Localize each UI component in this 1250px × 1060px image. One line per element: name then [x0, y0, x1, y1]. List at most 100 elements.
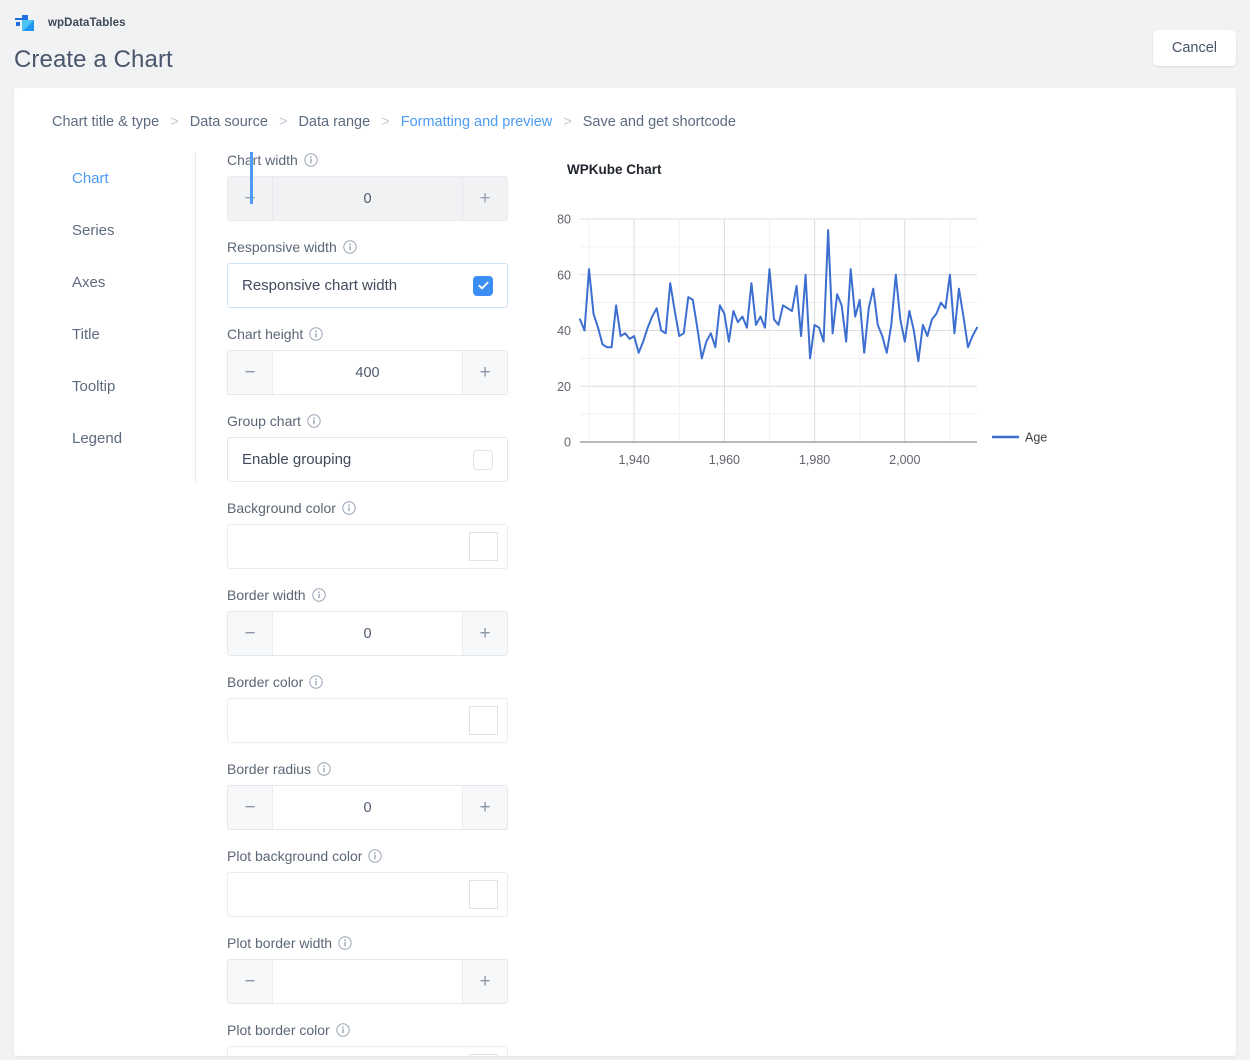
sidebar-item-tooltip[interactable]: Tooltip — [72, 360, 195, 412]
line-chart[interactable]: 0 20 40 60 80 1,940 1,960 1,980 2,000 Age — [532, 177, 1052, 497]
checkbox-label: Enable grouping — [242, 451, 352, 468]
label-border-width: Border width — [227, 587, 508, 603]
color-swatch[interactable] — [469, 532, 498, 561]
increment-button[interactable]: + — [462, 960, 507, 1003]
stepper-border-width[interactable]: − 0 + — [227, 611, 508, 656]
plot-border-width-value[interactable] — [273, 960, 462, 1003]
svg-text:2,000: 2,000 — [889, 453, 920, 467]
label-plot-background-color: Plot background color — [227, 848, 508, 864]
label-text: Responsive width — [227, 239, 337, 255]
svg-text:60: 60 — [557, 268, 571, 282]
chart-settings-form: Chart width − 0 + Responsive width Respo… — [196, 152, 508, 1056]
svg-text:1,960: 1,960 — [709, 453, 740, 467]
field-border-color: Border color — [227, 674, 508, 743]
svg-text:0: 0 — [564, 436, 571, 450]
increment-button[interactable]: + — [462, 786, 507, 829]
settings-body: Chart Series Axes Title Tooltip Legend C… — [14, 130, 1236, 1056]
chart-height-value[interactable]: 400 — [273, 351, 462, 394]
breadcrumb-separator: > — [381, 114, 390, 130]
sidebar-item-series[interactable]: Series — [72, 204, 195, 256]
label-responsive-width: Responsive width — [227, 239, 508, 255]
wpdatatables-logo-icon — [15, 15, 34, 31]
info-icon[interactable] — [311, 588, 326, 602]
color-input-plot-border-color[interactable] — [227, 1046, 508, 1056]
label-background-color: Background color — [227, 500, 508, 516]
border-radius-value[interactable]: 0 — [273, 786, 462, 829]
info-icon[interactable] — [307, 414, 321, 428]
field-border-radius: Border radius − 0 + — [227, 761, 508, 830]
label-group-chart: Group chart — [227, 413, 508, 429]
brand-name: wpDataTables — [48, 17, 126, 29]
color-input-background-color[interactable] — [227, 524, 508, 569]
increment-button[interactable]: + — [462, 177, 507, 220]
chart-container: WPKube Chart 0 20 40 60 80 1,940 1,960 1,980 2,0… — [532, 162, 1052, 497]
cancel-button[interactable]: Cancel — [1152, 30, 1236, 66]
chart-title: WPKube Chart — [567, 162, 662, 177]
label-text: Chart width — [227, 152, 298, 168]
info-icon[interactable] — [309, 327, 323, 341]
info-icon[interactable] — [309, 675, 323, 689]
color-swatch[interactable] — [469, 1054, 498, 1056]
decrement-button[interactable]: − — [228, 960, 273, 1003]
settings-sidebar: Chart Series Axes Title Tooltip Legend — [14, 152, 253, 482]
breadcrumb-step-4[interactable]: Save and get shortcode — [583, 114, 736, 130]
checkbox-row-group-chart[interactable]: Enable grouping — [227, 437, 508, 482]
group-chart-checkbox[interactable] — [473, 449, 493, 470]
info-icon[interactable] — [304, 153, 318, 167]
info-icon[interactable] — [317, 762, 331, 776]
sidebar-item-legend[interactable]: Legend — [72, 412, 195, 464]
svg-text:Age: Age — [1025, 431, 1047, 445]
color-swatch[interactable] — [469, 880, 498, 909]
label-text: Group chart — [227, 413, 301, 429]
content-card: Chart title & type > Data source > Data … — [14, 88, 1236, 1056]
field-plot-border-width: Plot border width − + — [227, 935, 508, 1004]
breadcrumb-step-3[interactable]: Formatting and preview — [401, 114, 553, 130]
breadcrumb-step-2[interactable]: Data range — [298, 114, 370, 130]
decrement-button[interactable]: − — [228, 786, 273, 829]
label-chart-height: Chart height — [227, 326, 508, 342]
field-plot-border-color: Plot border color — [227, 1022, 508, 1056]
decrement-button[interactable]: − — [228, 612, 273, 655]
top-bar: wpDataTables Create a Chart Cancel — [0, 0, 1250, 88]
chart-width-value[interactable]: 0 — [273, 177, 462, 220]
color-swatch[interactable] — [469, 706, 498, 735]
field-responsive-width: Responsive width Responsive chart width — [227, 239, 508, 308]
label-text: Plot background color — [227, 848, 363, 864]
checkbox-row-responsive-width[interactable]: Responsive chart width — [227, 263, 508, 308]
info-icon[interactable] — [368, 849, 383, 863]
svg-text:20: 20 — [557, 380, 571, 394]
increment-button[interactable]: + — [462, 351, 507, 394]
field-group-chart: Group chart Enable grouping — [227, 413, 508, 482]
label-border-color: Border color — [227, 674, 508, 690]
breadcrumb-step-1[interactable]: Data source — [190, 114, 268, 130]
info-icon[interactable] — [342, 501, 356, 515]
stepper-chart-width[interactable]: − 0 + — [227, 176, 508, 221]
sidebar-item-axes[interactable]: Axes — [72, 256, 195, 308]
label-text: Background color — [227, 500, 336, 516]
breadcrumb-step-0[interactable]: Chart title & type — [52, 114, 159, 130]
label-plot-border-color: Plot border color — [227, 1022, 508, 1038]
increment-button[interactable]: + — [462, 612, 507, 655]
color-input-border-color[interactable] — [227, 698, 508, 743]
label-text: Chart height — [227, 326, 304, 342]
stepper-border-radius[interactable]: − 0 + — [227, 785, 508, 830]
field-plot-background-color: Plot background color — [227, 848, 508, 917]
stepper-plot-border-width[interactable]: − + — [227, 959, 508, 1004]
sidebar-item-title[interactable]: Title — [72, 308, 195, 360]
field-chart-height: Chart height − 400 + — [227, 326, 508, 395]
breadcrumb-separator: > — [278, 114, 288, 130]
info-icon[interactable] — [336, 1023, 350, 1037]
info-icon[interactable] — [343, 240, 357, 254]
label-chart-width: Chart width — [227, 152, 508, 168]
label-text: Border radius — [227, 761, 312, 777]
sidebar-item-chart[interactable]: Chart — [72, 152, 253, 204]
responsive-width-checkbox[interactable] — [473, 275, 493, 296]
svg-text:1,980: 1,980 — [799, 453, 830, 467]
field-background-color: Background color — [227, 500, 508, 569]
svg-text:40: 40 — [557, 324, 571, 338]
info-icon[interactable] — [338, 936, 352, 950]
decrement-button[interactable]: − — [228, 351, 273, 394]
border-width-value[interactable]: 0 — [273, 612, 462, 655]
stepper-chart-height[interactable]: − 400 + — [227, 350, 508, 395]
color-input-plot-background-color[interactable] — [227, 872, 508, 917]
